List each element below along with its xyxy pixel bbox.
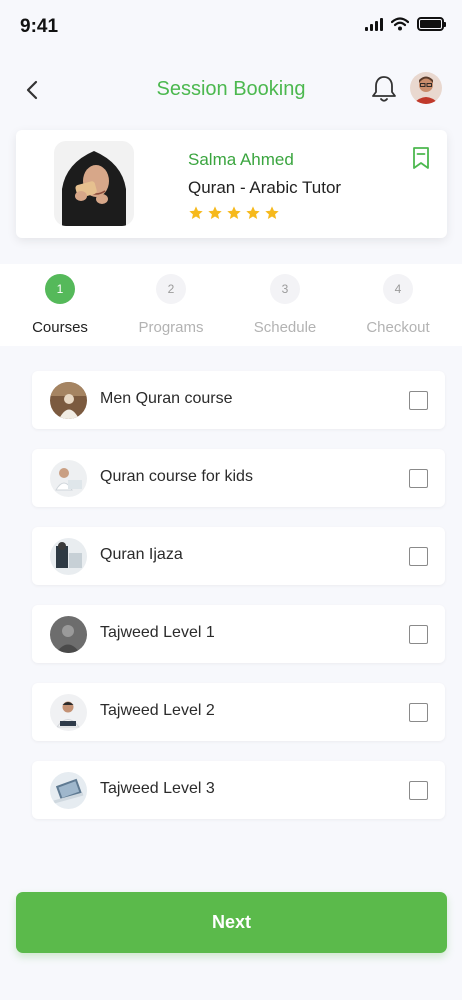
header: Session Booking bbox=[0, 60, 462, 120]
star-icon bbox=[227, 206, 241, 219]
step-label: Courses bbox=[32, 319, 88, 336]
status-icons bbox=[365, 17, 446, 31]
battery-icon bbox=[417, 17, 446, 31]
course-label: Tajweed Level 1 bbox=[100, 624, 215, 641]
course-item[interactable]: Quran Ijaza bbox=[32, 527, 445, 585]
course-checkbox[interactable] bbox=[409, 703, 428, 722]
bell-icon bbox=[372, 76, 396, 102]
status-bar: 9:41 bbox=[0, 0, 462, 56]
course-thumbnail bbox=[50, 538, 87, 575]
course-checkbox[interactable] bbox=[409, 625, 428, 644]
course-thumbnail bbox=[50, 616, 87, 653]
course-item[interactable]: Men Quran course bbox=[32, 371, 445, 429]
step-number: 1 bbox=[45, 274, 75, 304]
course-checkbox[interactable] bbox=[409, 781, 428, 800]
tutor-name: Salma Ahmed bbox=[188, 150, 294, 169]
course-item[interactable]: Tajweed Level 1 bbox=[32, 605, 445, 663]
wifi-icon bbox=[391, 17, 409, 31]
course-item[interactable]: Tajweed Level 2 bbox=[32, 683, 445, 741]
step-checkout[interactable]: 4 Checkout bbox=[340, 264, 456, 346]
tutor-photo bbox=[54, 141, 134, 226]
user-avatar-icon bbox=[410, 72, 442, 104]
course-label: Quran Ijaza bbox=[100, 546, 183, 563]
course-thumbnail bbox=[50, 694, 87, 731]
status-time: 9:41 bbox=[20, 16, 59, 37]
star-icon bbox=[208, 206, 222, 219]
course-checkbox[interactable] bbox=[409, 547, 428, 566]
tutor-role: Quran - Arabic Tutor bbox=[188, 178, 342, 197]
signal-icon bbox=[365, 17, 383, 31]
bookmark-button[interactable] bbox=[411, 146, 431, 170]
notification-button[interactable] bbox=[370, 74, 398, 104]
course-label: Tajweed Level 3 bbox=[100, 780, 215, 797]
avatar[interactable] bbox=[410, 72, 442, 104]
rating-stars bbox=[188, 205, 280, 221]
course-label: Quran course for kids bbox=[100, 468, 253, 485]
session-booking-screen: 9:41 Session Booking Salma Ahmed Quran -… bbox=[0, 0, 462, 1000]
step-label: Schedule bbox=[253, 319, 317, 336]
booking-stepper: 1 Courses 2 Programs 3 Schedule 4 Checko… bbox=[0, 264, 462, 346]
star-icon bbox=[265, 206, 279, 219]
course-checkbox[interactable] bbox=[409, 391, 428, 410]
step-courses[interactable]: 1 Courses bbox=[2, 264, 118, 346]
star-icon bbox=[246, 206, 260, 219]
tutor-card[interactable]: Salma Ahmed Quran - Arabic Tutor bbox=[16, 130, 447, 238]
step-programs[interactable]: 2 Programs bbox=[113, 264, 229, 346]
bookmark-icon bbox=[413, 147, 429, 169]
step-schedule[interactable]: 3 Schedule bbox=[227, 264, 343, 346]
course-label: Men Quran course bbox=[100, 390, 233, 407]
step-number: 3 bbox=[270, 274, 300, 304]
course-item[interactable]: Quran course for kids bbox=[32, 449, 445, 507]
star-icon bbox=[189, 206, 203, 219]
step-label: Checkout bbox=[366, 319, 430, 336]
course-thumbnail bbox=[50, 460, 87, 497]
step-number: 4 bbox=[383, 274, 413, 304]
step-label: Programs bbox=[138, 319, 204, 336]
course-label: Tajweed Level 2 bbox=[100, 702, 215, 719]
step-number: 2 bbox=[156, 274, 186, 304]
course-thumbnail bbox=[50, 772, 87, 809]
next-button[interactable]: Next bbox=[16, 892, 447, 953]
course-thumbnail bbox=[50, 382, 87, 419]
course-checkbox[interactable] bbox=[409, 469, 428, 488]
course-item[interactable]: Tajweed Level 3 bbox=[32, 761, 445, 819]
